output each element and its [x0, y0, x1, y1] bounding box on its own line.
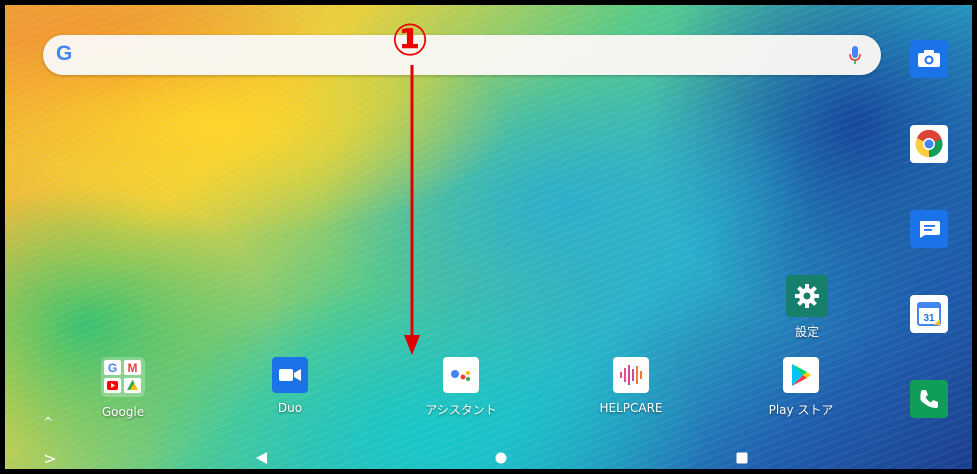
google-folder-label: Google — [101, 405, 145, 419]
settings-label: 設定 — [794, 325, 819, 339]
helpcare-icon — [613, 357, 649, 393]
calendar-date: 31 — [923, 313, 935, 324]
home-icon — [495, 452, 507, 464]
google-logo-icon: G — [56, 42, 73, 65]
microphone-icon[interactable] — [849, 46, 861, 65]
helpcare-label: HELPCARE — [599, 401, 663, 415]
annotation-arrow — [404, 65, 420, 355]
chrome-icon[interactable] — [910, 125, 948, 163]
google-folder-app[interactable]: G M Google — [63, 357, 183, 419]
google-search-bar[interactable]: G — [43, 35, 881, 75]
svg-text:M: M — [128, 361, 138, 375]
assistant-label: アシスタント — [425, 403, 497, 417]
camera-icon[interactable] — [910, 40, 948, 78]
play-store-icon — [783, 357, 819, 393]
phone-icon[interactable] — [910, 380, 948, 418]
duo-label: Duo — [277, 401, 303, 415]
duo-video-icon — [272, 357, 308, 393]
app-drawer-handle[interactable]: ^ — [43, 415, 53, 429]
messages-icon[interactable] — [910, 210, 948, 248]
play-store-label: Play ストア — [768, 403, 834, 417]
duo-app[interactable]: Duo — [230, 357, 350, 415]
navigation-bar: > — [10, 442, 967, 469]
expand-button[interactable]: > — [40, 442, 60, 469]
settings-app[interactable]: 設定 — [762, 275, 852, 340]
back-icon — [256, 452, 267, 464]
home-button[interactable] — [491, 442, 511, 469]
helpcare-app[interactable]: HELPCARE — [571, 357, 691, 415]
calendar-icon[interactable]: 31 — [910, 295, 948, 333]
assistant-icon — [443, 357, 479, 393]
play-store-app[interactable]: Play ストア — [741, 357, 861, 418]
assistant-app[interactable]: アシスタント — [401, 357, 521, 418]
recents-button[interactable] — [732, 442, 752, 469]
google-folder-icon: G M — [101, 357, 145, 397]
home-screen: G ① 設定 G M Google Duo アシスタント HELPCARE Pl… — [0, 0, 977, 474]
svg-text:G: G — [108, 361, 117, 375]
recents-icon — [736, 452, 748, 464]
back-button[interactable] — [252, 442, 272, 469]
annotation-marker: ① — [391, 15, 429, 66]
gear-icon — [786, 275, 828, 317]
